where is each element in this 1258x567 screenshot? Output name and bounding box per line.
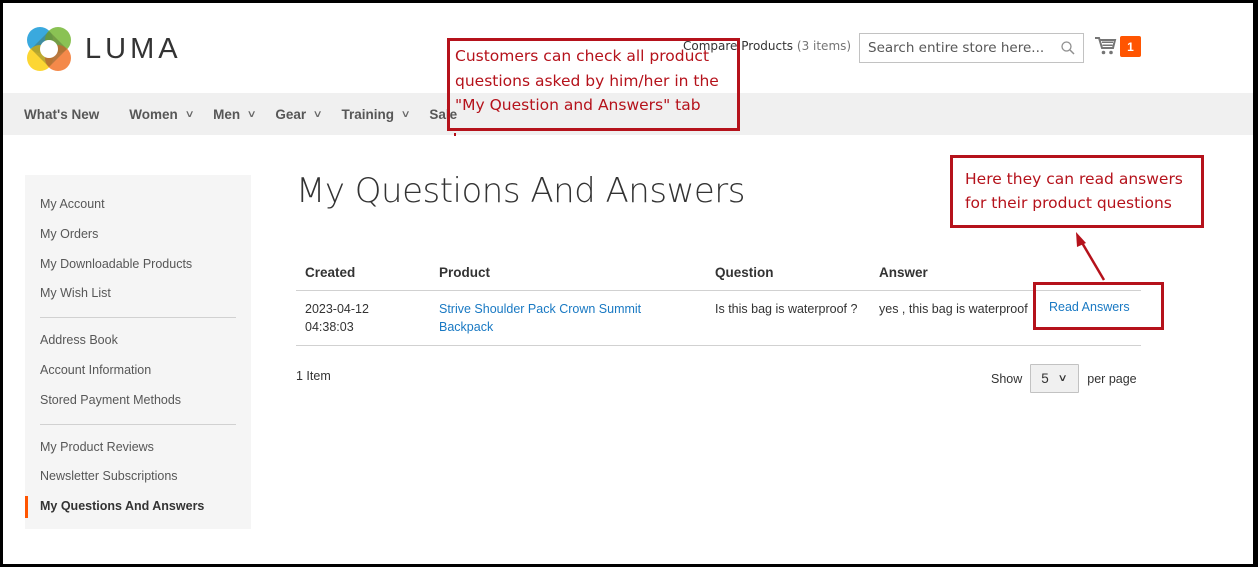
nav-item-training[interactable]: Training ∨ bbox=[341, 106, 411, 122]
product-link[interactable]: Strive Shoulder Pack Crown Summit Backpa… bbox=[439, 302, 641, 334]
nav-label: What's New bbox=[24, 106, 100, 122]
sidebar-item-stored-payment-methods[interactable]: Stored Payment Methods bbox=[25, 386, 251, 416]
created-date: 2023-04-12 bbox=[305, 301, 369, 316]
annotation-mark bbox=[454, 133, 456, 136]
column-header-created: Created bbox=[296, 256, 430, 291]
compare-count: (3 items) bbox=[796, 39, 852, 53]
limiter-show-label: Show bbox=[991, 371, 1023, 386]
sidebar-divider bbox=[40, 317, 236, 319]
chevron-down-icon: ∨ bbox=[312, 108, 323, 120]
per-page-value: 5 bbox=[1041, 371, 1049, 386]
sidebar-item-wish-list[interactable]: My Wish List bbox=[25, 279, 251, 309]
nav-label: Training bbox=[341, 106, 395, 122]
cell-product: Strive Shoulder Pack Crown Summit Backpa… bbox=[430, 290, 706, 346]
logo-text: LUMA bbox=[85, 32, 182, 65]
nav-label: Gear bbox=[275, 106, 307, 122]
table-header-row: Created Product Question Answer bbox=[296, 256, 1141, 291]
search-icon[interactable] bbox=[1061, 41, 1075, 55]
page-frame: LUMA Compare Products (3 items) Search e… bbox=[3, 3, 1253, 564]
sidebar-item-downloadable-products[interactable]: My Downloadable Products bbox=[25, 250, 251, 280]
nav-item-whats-new[interactable]: What's New bbox=[24, 107, 99, 122]
column-header-question: Question bbox=[706, 256, 870, 291]
created-time: 04:38:03 bbox=[305, 319, 354, 334]
sidebar-item-address-book[interactable]: Address Book bbox=[25, 326, 251, 356]
search-input[interactable]: Search entire store here... bbox=[859, 33, 1084, 63]
cell-question: Is this bag is waterproof ? bbox=[706, 290, 870, 346]
chevron-down-icon: ∨ bbox=[246, 108, 257, 120]
per-page-select[interactable]: 5 ∨ bbox=[1030, 364, 1080, 393]
column-header-answer: Answer bbox=[870, 256, 1040, 291]
sidebar-item-my-account[interactable]: My Account bbox=[25, 190, 251, 220]
page-limiter: Show 5 ∨ per page bbox=[991, 364, 1137, 393]
table-row: 2023-04-12 04:38:03 Strive Shoulder Pack… bbox=[296, 290, 1141, 346]
search-placeholder: Search entire store here... bbox=[868, 40, 1045, 56]
chevron-down-icon: ∨ bbox=[184, 108, 195, 120]
cell-created: 2023-04-12 04:38:03 bbox=[296, 290, 430, 346]
cell-answer: yes , this bag is waterproof bbox=[870, 290, 1040, 346]
sidebar-item-account-information[interactable]: Account Information bbox=[25, 356, 251, 386]
nav-item-gear[interactable]: Gear ∨ bbox=[275, 106, 323, 122]
annotation-read-note: Here they can read answers for their pro… bbox=[950, 155, 1204, 228]
sidebar-item-questions-and-answers[interactable]: My Questions And Answers bbox=[25, 492, 251, 522]
annotation-tab-note: Customers can check all product question… bbox=[447, 38, 740, 131]
sidebar-item-product-reviews[interactable]: My Product Reviews bbox=[25, 433, 251, 463]
page-title: My Questions And Answers bbox=[296, 171, 746, 211]
questions-table: Created Product Question Answer 2023-04-… bbox=[296, 256, 1141, 346]
luma-logo[interactable]: LUMA bbox=[25, 25, 182, 73]
nav-item-women[interactable]: Women ∨ bbox=[129, 106, 195, 122]
chevron-down-icon: ∨ bbox=[400, 108, 411, 120]
items-count: 1 Item bbox=[296, 369, 331, 383]
sidebar-item-my-orders[interactable]: My Orders bbox=[25, 220, 251, 250]
nav-item-men[interactable]: Men ∨ bbox=[213, 106, 257, 122]
limiter-per-page-label: per page bbox=[1087, 371, 1137, 386]
sidebar-divider bbox=[40, 423, 236, 425]
annotation-highlight-box bbox=[1033, 282, 1164, 330]
nav-label: Women bbox=[129, 106, 178, 122]
chevron-down-icon: ∨ bbox=[1057, 373, 1068, 384]
nav-label: Men bbox=[213, 106, 241, 122]
cart-count-badge[interactable]: 1 bbox=[1120, 36, 1141, 57]
column-header-product: Product bbox=[430, 256, 706, 291]
account-sidebar: My Account My Orders My Downloadable Pro… bbox=[25, 175, 251, 529]
shopping-cart-icon[interactable] bbox=[1095, 36, 1117, 56]
sidebar-item-newsletter-subscriptions[interactable]: Newsletter Subscriptions bbox=[25, 462, 251, 492]
luma-logo-icon bbox=[27, 27, 71, 71]
